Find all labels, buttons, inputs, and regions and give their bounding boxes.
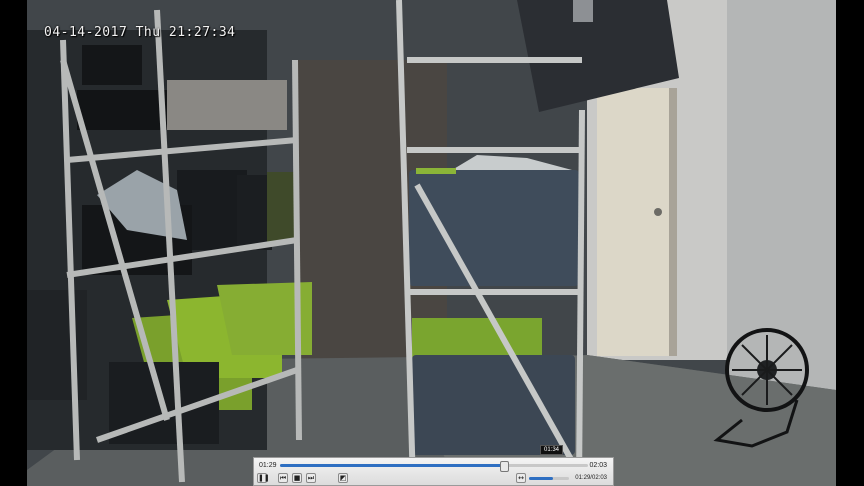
skip-back-button[interactable]: ⏮ bbox=[278, 473, 288, 483]
stop-button[interactable]: ■ bbox=[292, 473, 302, 483]
letterbox-left bbox=[0, 0, 27, 486]
video-frame[interactable]: 04-14-2017 Thu 21:27:34 bbox=[27, 0, 836, 486]
seek-bar[interactable]: 01:34 bbox=[280, 445, 588, 472]
pause-icon: ❚❚ bbox=[258, 474, 270, 482]
camera-timestamp: 04-14-2017 Thu 21:27:34 bbox=[44, 25, 236, 40]
hover-time-tooltip: 01:34 bbox=[540, 445, 564, 455]
stop-icon: ■ bbox=[293, 474, 301, 482]
skip-forward-button[interactable]: ⏭ bbox=[306, 473, 316, 483]
fullscreen-icon: ↔ bbox=[518, 474, 524, 482]
skip-back-icon: ⏮ bbox=[279, 474, 287, 482]
snapshot-icon: ◩ bbox=[339, 474, 347, 482]
volume-slider[interactable] bbox=[529, 477, 569, 480]
fullscreen-button[interactable]: ↔ bbox=[516, 473, 526, 483]
letterbox-right bbox=[836, 0, 864, 486]
seek-handle[interactable] bbox=[499, 461, 509, 472]
camera-scene bbox=[27, 0, 836, 486]
current-time: 01:29 bbox=[259, 462, 277, 469]
position-readout: 01:29/02:03 bbox=[575, 475, 607, 481]
skip-forward-icon: ⏭ bbox=[307, 474, 315, 482]
seek-progress bbox=[280, 464, 503, 467]
volume-level bbox=[529, 477, 553, 480]
player-controls: 01:29 01:34 02:03 ❚❚ ⏮ ■ ⏭ ◩ ↔ 01:29/02:… bbox=[253, 445, 614, 486]
snapshot-button[interactable]: ◩ bbox=[338, 473, 348, 483]
pause-button[interactable]: ❚❚ bbox=[257, 473, 270, 483]
total-time: 02:03 bbox=[589, 462, 607, 469]
